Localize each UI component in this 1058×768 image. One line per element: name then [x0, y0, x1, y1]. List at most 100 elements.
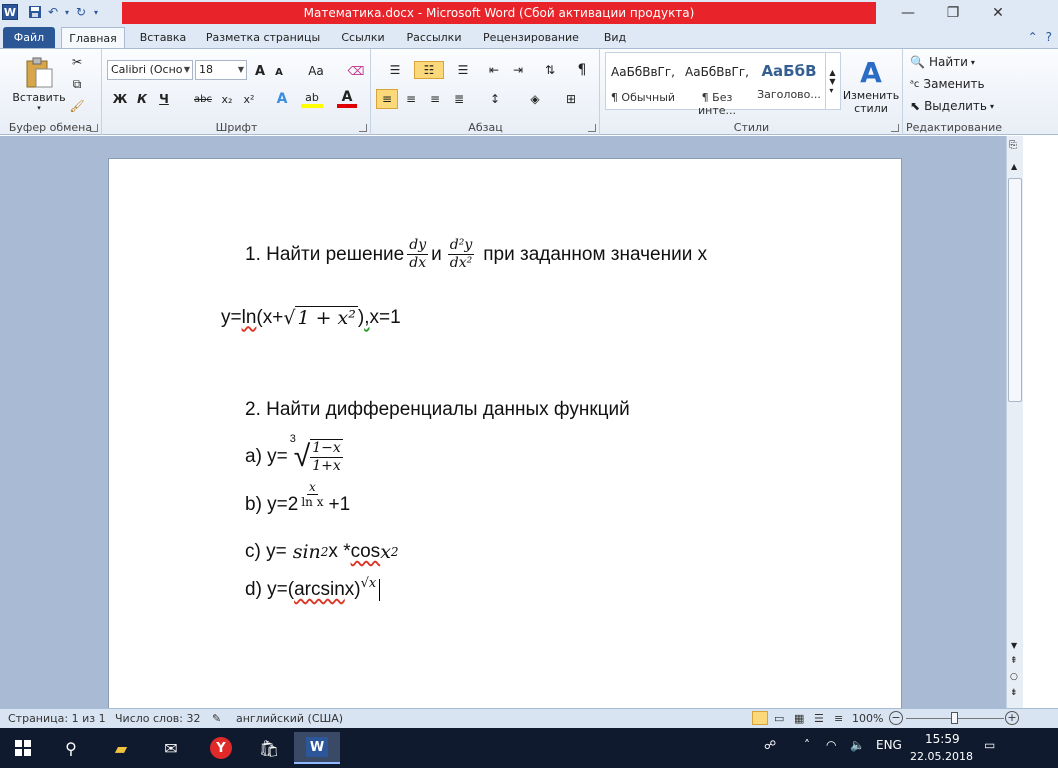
proofing-icon[interactable]: ✎ — [212, 712, 221, 725]
print-layout-icon[interactable] — [752, 711, 768, 725]
prev-page-icon[interactable]: ⇞ — [1010, 656, 1018, 666]
people-icon[interactable]: ☍ — [764, 738, 776, 752]
wifi-icon[interactable]: ◠ — [826, 738, 836, 752]
windows-start-icon[interactable] — [0, 732, 46, 764]
find-button[interactable]: 🔍 Найти ▾ — [910, 54, 975, 70]
search-icon[interactable]: ⚲ — [48, 732, 94, 764]
tray-chevron-icon[interactable]: ˄ — [804, 738, 810, 752]
shading-icon[interactable]: ◈ — [522, 89, 548, 109]
tab-home[interactable]: Главная — [61, 27, 125, 48]
decrease-indent-icon[interactable]: ⇤ — [484, 61, 504, 79]
tab-insert[interactable]: Вставка — [132, 27, 194, 48]
pilcrow-button[interactable]: ¶ — [572, 61, 592, 79]
restore-button[interactable]: ❐ — [938, 2, 968, 24]
styles-launcher-icon[interactable] — [891, 124, 899, 132]
grow-font-button[interactable]: A — [251, 62, 269, 80]
multilevel-list-icon[interactable]: ☰ — [448, 61, 478, 79]
word-count[interactable]: Число слов: 32 — [115, 712, 201, 725]
replace-button[interactable]: ᵃc Заменить — [910, 76, 985, 92]
page-count[interactable]: Страница: 1 из 1 — [8, 712, 106, 725]
file-explorer-icon[interactable]: ▰ — [98, 732, 144, 764]
mail-icon[interactable]: ✉ — [148, 732, 194, 764]
increase-indent-icon[interactable]: ⇥ — [508, 61, 528, 79]
yandex-browser-icon[interactable]: Y — [198, 732, 244, 764]
zoom-slider-thumb[interactable] — [951, 712, 958, 724]
style-normal[interactable]: АаБбВвГг, ¶ Обычный — [607, 52, 679, 108]
web-layout-icon[interactable]: ▦ — [794, 712, 804, 725]
font-launcher-icon[interactable] — [359, 124, 367, 132]
font-color-icon[interactable]: A — [337, 89, 357, 108]
line-spacing-icon[interactable]: ↕ — [482, 89, 508, 109]
scroll-down-icon[interactable]: ▼ — [1011, 641, 1017, 650]
language[interactable]: английский (США) — [236, 712, 343, 725]
next-page-icon[interactable]: ⇟ — [1010, 688, 1018, 698]
document-page[interactable]: 1. Найти решение dy dx и d²y dx² при зад… — [108, 158, 902, 708]
superscript-button[interactable]: x² — [239, 90, 259, 108]
tab-file[interactable]: Файл — [3, 27, 55, 48]
undo-dropdown-icon[interactable]: ▾ — [62, 3, 72, 21]
highlight-icon[interactable]: ab — [301, 90, 323, 108]
draft-icon[interactable]: ≡ — [834, 712, 843, 725]
tab-references[interactable]: Ссылки — [332, 27, 394, 48]
select-button[interactable]: ⬉ Выделить ▾ — [910, 98, 994, 114]
change-case-button[interactable]: Aa — [305, 62, 327, 80]
scroll-up-icon[interactable]: ▲ — [1011, 162, 1017, 171]
paragraph-launcher-icon[interactable] — [588, 124, 596, 132]
justify-icon[interactable]: ≣ — [448, 89, 470, 109]
italic-button[interactable]: К — [133, 90, 151, 108]
subscript-button[interactable]: x₂ — [217, 90, 237, 108]
text-effects-icon[interactable]: A — [271, 90, 293, 108]
style-heading1[interactable]: АаБбВ Заголово... — [753, 52, 825, 108]
shrink-font-button[interactable]: A — [271, 64, 287, 80]
zoom-out-icon[interactable]: − — [889, 711, 903, 725]
align-center-icon[interactable]: ≡ — [400, 89, 422, 109]
style-no-spacing[interactable]: АаБбВвГг, ¶ Без инте... — [681, 52, 753, 117]
close-button[interactable]: ✕ — [983, 2, 1013, 24]
bold-button[interactable]: Ж — [111, 90, 129, 108]
align-right-icon[interactable]: ≡ — [424, 89, 446, 109]
save-icon[interactable] — [26, 3, 44, 21]
undo-icon[interactable]: ↶ — [44, 3, 62, 21]
tab-mailings[interactable]: Рассылки — [400, 27, 468, 48]
borders-icon[interactable]: ⊞ — [558, 89, 584, 109]
underline-button[interactable]: Ч — [155, 90, 173, 108]
customize-qa-icon[interactable]: ▾ — [90, 3, 102, 21]
clipboard-launcher-icon[interactable] — [90, 124, 98, 132]
minimize-button[interactable]: — — [893, 2, 923, 24]
sort-icon[interactable]: ⇅ — [540, 61, 560, 79]
change-styles-button[interactable]: A Изменить стили — [843, 53, 899, 117]
volume-icon[interactable]: 🔈 — [850, 738, 865, 752]
help-icon[interactable]: ? — [1046, 30, 1052, 44]
cut-icon[interactable]: ✂ — [68, 54, 86, 70]
tab-review[interactable]: Рецензирование — [476, 27, 586, 48]
action-center-icon[interactable]: ▭ — [984, 738, 995, 752]
tab-view[interactable]: Вид — [594, 27, 636, 48]
copy-icon[interactable]: ⧉ — [68, 76, 86, 92]
clock-time[interactable]: 15:59 — [925, 732, 960, 746]
redo-icon[interactable]: ↻ — [72, 3, 90, 21]
strikethrough-button[interactable]: abc — [191, 90, 215, 108]
zoom-in-icon[interactable]: + — [1005, 711, 1019, 725]
browse-object-icon[interactable]: ○ — [1010, 672, 1018, 682]
align-left-icon[interactable]: ≡ — [376, 89, 398, 109]
scrollbar-thumb[interactable] — [1008, 178, 1022, 402]
paste-button[interactable]: Вставить ▾ — [12, 53, 66, 115]
font-size-combo[interactable]: 18 ▼ — [195, 60, 247, 80]
numbering-icon[interactable]: ☷ — [414, 61, 444, 79]
word-taskbar-icon[interactable]: W — [294, 732, 340, 764]
tab-page-layout[interactable]: Разметка страницы — [202, 27, 324, 48]
clear-formatting-icon[interactable]: ⌫ — [347, 62, 365, 80]
styles-scroll[interactable]: ▲ ▼ ▾ — [825, 52, 839, 110]
outline-icon[interactable]: ☰ — [814, 712, 824, 725]
word-logo-icon[interactable]: W — [2, 4, 18, 20]
bullets-icon[interactable]: ☰ — [380, 61, 410, 79]
store-icon[interactable]: 🛍 — [246, 732, 292, 764]
ruler-toggle-icon[interactable]: ⎘ — [1009, 140, 1017, 151]
format-painter-icon[interactable]: 🖌 — [68, 98, 86, 114]
clock-date[interactable]: 22.05.2018 — [910, 750, 973, 763]
full-screen-icon[interactable]: ▭ — [774, 712, 784, 725]
zoom-level[interactable]: 100% — [852, 712, 883, 725]
input-language[interactable]: ENG — [876, 738, 902, 752]
minimize-ribbon-icon[interactable]: ⌃ — [1028, 30, 1038, 44]
font-name-combo[interactable]: Calibri (Осно ▼ — [107, 60, 193, 80]
